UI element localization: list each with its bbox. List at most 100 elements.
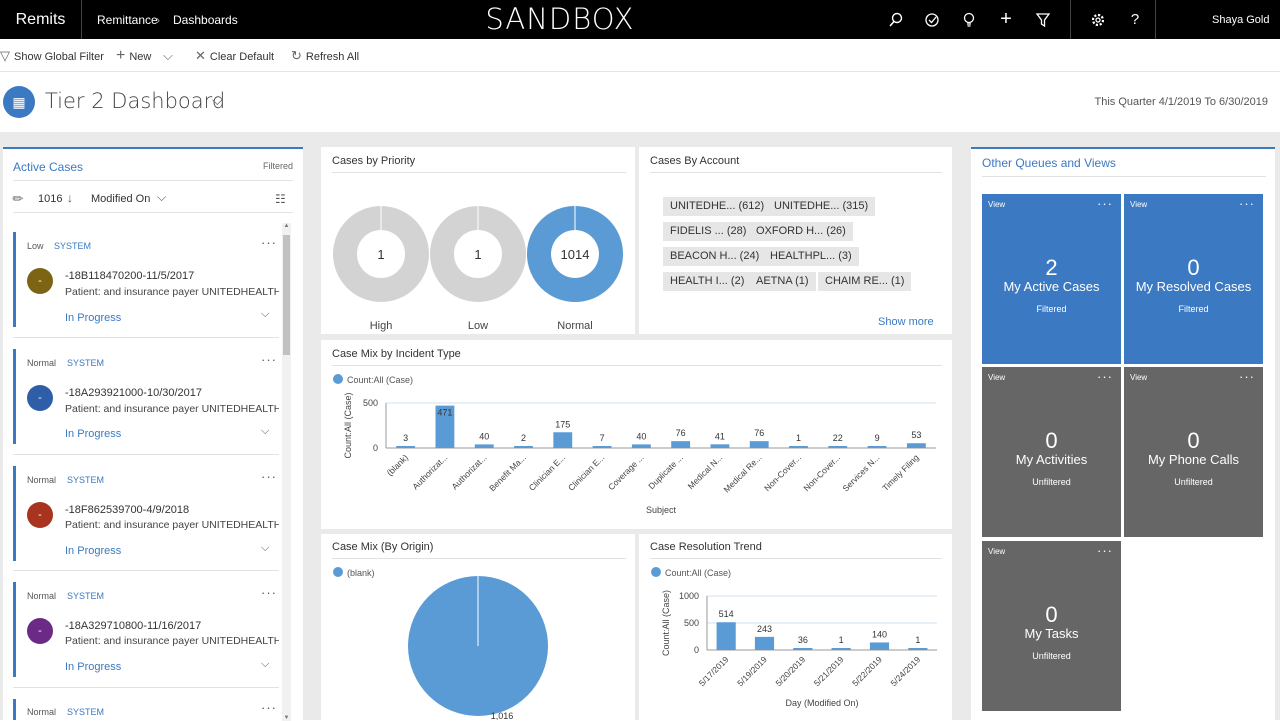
case-resolution-trend-chart[interactable]: Count:All (Case) 0 500 1000 514 5/17/2019 243 5… [639,534,952,720]
more-options-icon[interactable]: ··· [1239,369,1255,384]
filter-icon: ▽ [0,48,10,63]
case-owner[interactable]: SYSTEM [67,591,104,601]
gear-icon[interactable] [1086,0,1110,39]
case-mix-incident-chart[interactable]: Count:All (Case) 0 500 3 (blank) 471 Authoriza… [321,340,952,529]
new-dropdown-button[interactable]: ⌵ [163,39,177,72]
case-card[interactable]: Normal SYSTEM ··· - -18A329710800-11/16/… [13,582,279,677]
breadcrumb-remittance[interactable]: Remittance [97,0,158,39]
new-label: New [129,51,152,63]
y-tick-label: 500 [684,618,699,628]
case-owner[interactable]: SYSTEM [67,707,104,717]
scrollbar[interactable]: ▲ ▼ [282,223,291,721]
expand-chevron-down-icon[interactable]: ⌵ [261,308,269,321]
data-label: 1 [915,635,920,645]
bar [716,622,736,650]
tile-my-activities[interactable]: View ··· 0 My Activities Unfiltered [982,367,1121,537]
data-label: 9 [875,433,880,443]
scroll-up-icon[interactable]: ▲ [282,223,291,229]
case-card[interactable]: Normal SYSTEM ··· [13,699,279,720]
show-more-link[interactable]: Show more [878,316,934,328]
account-tag[interactable]: FIDELIS ... (28) [663,222,754,241]
more-options-icon[interactable]: ··· [261,585,277,600]
more-options-icon[interactable]: ··· [261,352,277,367]
case-owner[interactable]: SYSTEM [67,358,104,368]
more-options-icon[interactable]: ··· [261,700,277,715]
pie-value-label: 1,016 [491,711,514,720]
case-mix-origin-chart[interactable]: (blank) 1,016 [321,534,635,720]
scroll-down-icon[interactable]: ▼ [282,715,291,721]
plus-icon[interactable]: + [994,0,1018,39]
data-label: 3 [403,433,408,443]
sort-field[interactable]: Modified On [91,193,150,205]
pencil-icon[interactable]: ✎ [9,189,28,208]
expand-chevron-down-icon[interactable]: ⌵ [261,658,269,671]
more-options-icon[interactable]: ··· [1239,196,1255,211]
case-number[interactable]: -18F862539700-4/9/2018 [65,504,189,516]
tile-view-label[interactable]: View [988,373,1005,382]
case-number[interactable]: -18B118470200-11/5/2017 [65,270,194,282]
case-status: In Progress [65,661,122,673]
new-button[interactable]: + New [116,39,151,72]
dashboard-title[interactable]: Tier 2 Dashboard [45,89,225,113]
account-tag[interactable]: AETNA (1) [749,272,816,291]
app-name[interactable]: Remits [0,0,82,39]
breadcrumb-dashboards[interactable]: Dashboards [173,0,238,39]
show-global-filter-button[interactable]: ▽ Show Global Filter [0,39,104,72]
tile-view-label[interactable]: View [1130,373,1147,382]
tile-my-tasks[interactable]: View ··· 0 My Tasks Unfiltered [982,541,1121,711]
tile-view-label[interactable]: View [988,547,1005,556]
case-number[interactable]: -18A329710800-11/16/2017 [65,620,201,632]
divider [13,454,279,455]
case-accent-bar [13,349,16,444]
more-options-icon[interactable]: ··· [261,235,277,250]
legend-swatch [333,567,343,577]
tile-my-resolved-cases[interactable]: View ··· 0 My Resolved Cases Filtered [1124,194,1263,364]
more-options-icon[interactable]: ··· [1097,543,1113,558]
more-options-icon[interactable]: ··· [1097,369,1113,384]
view-list-icon[interactable]: ☷ [275,192,286,206]
active-cases-title[interactable]: Active Cases [13,160,83,174]
sort-descending-icon[interactable]: ↓ [67,191,73,205]
account-tag[interactable]: HEALTH I... (2) [663,272,752,291]
case-card[interactable]: Normal SYSTEM ··· - -18A293921000-10/30/… [13,349,279,444]
user-name[interactable]: Shaya Gold [1212,0,1269,39]
tile-label: My Activities [1015,452,1088,467]
case-card[interactable]: Low SYSTEM ··· - -18B118470200-11/5/2017… [13,232,279,327]
case-number[interactable]: -18A293921000-10/30/2017 [65,387,202,399]
filter-icon[interactable] [1031,0,1055,39]
bar [754,636,775,650]
case-card[interactable]: Normal SYSTEM ··· - -18F862539700-4/9/20… [13,466,279,561]
account-tag[interactable]: OXFORD H... (26) [749,222,853,241]
tile-my-active-cases[interactable]: View ··· 2 My Active Cases Filtered [982,194,1121,364]
account-tag[interactable]: HEALTHPL... (3) [763,247,859,266]
tile-view-label[interactable]: View [1130,200,1147,209]
expand-chevron-down-icon[interactable]: ⌵ [261,542,269,555]
scrollbar-thumb[interactable] [283,235,290,355]
tile-label: My Phone Calls [1147,452,1240,467]
account-tag[interactable]: BEACON H... (24) [663,247,767,266]
account-tag[interactable]: UNITEDHE... (315) [767,197,876,216]
environment-label: SANDBOX [485,2,635,36]
tile-view-label[interactable]: View [988,200,1005,209]
task-flow-icon[interactable] [920,0,944,39]
account-tag[interactable]: UNITEDHE... (612) [663,197,772,216]
sort-chevron-down-icon[interactable]: ⌵ [157,190,166,205]
lightbulb-icon[interactable] [957,0,981,39]
x-tick-label: 5/20/2019 [773,654,807,688]
refresh-all-button[interactable]: ↻ Refresh All [291,39,359,72]
cases-by-priority-chart[interactable]: 1 High 1 Low 1014 Normal [321,147,635,334]
help-icon[interactable]: ? [1123,0,1147,39]
bar [396,446,416,448]
search-icon[interactable] [884,0,908,39]
x-tick-label: 5/22/2019 [850,654,884,688]
case-owner[interactable]: SYSTEM [67,475,104,485]
account-tag[interactable]: CHAIM RE... (1) [818,272,912,291]
clear-default-button[interactable]: ✕ Clear Default [195,39,274,72]
more-options-icon[interactable]: ··· [261,469,277,484]
case-owner[interactable]: SYSTEM [54,241,91,251]
case-status: In Progress [65,428,122,440]
tile-my-phone-calls[interactable]: View ··· 0 My Phone Calls Unfiltered [1124,367,1263,537]
expand-chevron-down-icon[interactable]: ⌵ [261,425,269,438]
dashboard-selector-chevron-down-icon[interactable]: ⌵ [212,92,223,109]
more-options-icon[interactable]: ··· [1097,196,1113,211]
